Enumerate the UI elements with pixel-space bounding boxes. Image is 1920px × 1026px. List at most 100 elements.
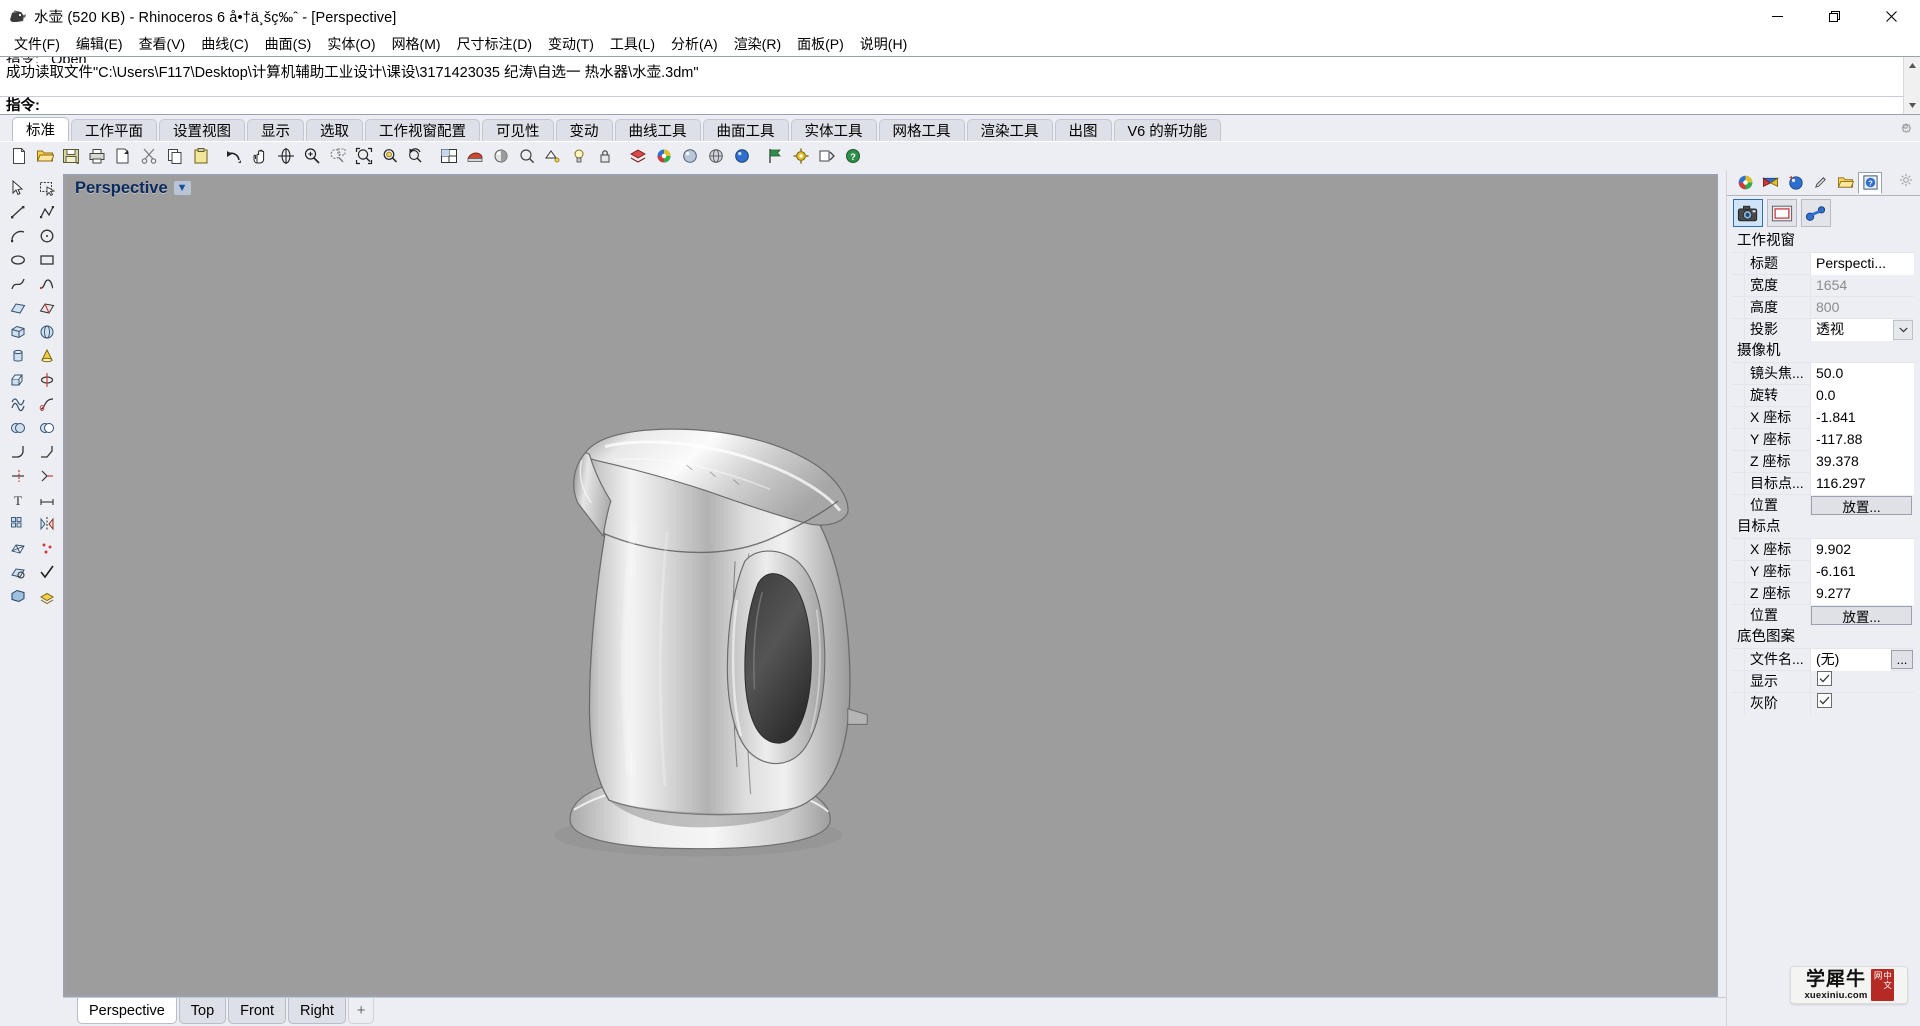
tab-render-tools[interactable]: 渲染工具: [966, 119, 1053, 141]
menu-analyze[interactable]: 分析(A): [663, 33, 726, 56]
property-value-wallpaper-file[interactable]: (无): [1811, 648, 1891, 671]
sweep-icon[interactable]: [32, 392, 61, 416]
tab-viewport-layout[interactable]: 工作视窗配置: [365, 119, 480, 141]
property-value-lens-length[interactable]: 50.0: [1811, 362, 1914, 385]
tab-cplane[interactable]: 工作平面: [71, 119, 157, 141]
panel-tab-display[interactable]: [1758, 172, 1782, 194]
viewport-title-label[interactable]: Perspective: [75, 179, 168, 198]
property-value-target-z[interactable]: 9.277: [1811, 582, 1914, 605]
property-row-projection[interactable]: 投影 透视: [1731, 318, 1914, 341]
select-window-icon[interactable]: [32, 176, 61, 200]
save-icon[interactable]: [58, 144, 84, 169]
surface-icon[interactable]: [3, 296, 32, 320]
chevron-down-icon[interactable]: [1893, 319, 1913, 340]
add-viewport-button[interactable]: +: [347, 998, 375, 1024]
light-icon[interactable]: [566, 144, 592, 169]
property-value-rotation[interactable]: 0.0: [1811, 384, 1914, 407]
property-row-target-x[interactable]: X 座标 9.902: [1731, 538, 1914, 561]
tab-solid-tools[interactable]: 实体工具: [790, 119, 877, 141]
tab-drafting[interactable]: 出图: [1054, 119, 1112, 141]
select-arrow-icon[interactable]: [3, 176, 32, 200]
loft-icon[interactable]: [3, 392, 32, 416]
property-row-wallpaper-gray[interactable]: 灰阶: [1731, 692, 1914, 715]
trim-icon[interactable]: [3, 464, 32, 488]
rotate-view-icon[interactable]: [273, 144, 299, 169]
pan-icon[interactable]: [247, 144, 273, 169]
menu-mesh[interactable]: 网格(M): [384, 33, 449, 56]
panel-tab-render[interactable]: [1783, 172, 1807, 194]
zoom-selected-icon[interactable]: [377, 144, 403, 169]
property-row-title[interactable]: 标题 Perspecti...: [1731, 252, 1914, 275]
viewport-tab-front[interactable]: Front: [228, 998, 286, 1024]
command-scrollbar[interactable]: [1903, 57, 1920, 114]
property-value-camera-z[interactable]: 39.378: [1811, 450, 1914, 473]
property-row-camera-placement[interactable]: 位置 放置...: [1731, 494, 1914, 517]
property-row-wallpaper-file[interactable]: 文件名... (无) ...: [1731, 648, 1914, 671]
line-icon[interactable]: [3, 200, 32, 224]
layer-icon[interactable]: [625, 144, 651, 169]
menu-edit[interactable]: 编辑(E): [68, 33, 131, 56]
chamfer-icon[interactable]: [32, 440, 61, 464]
gear-tools-icon[interactable]: [788, 144, 814, 169]
tab-standard[interactable]: 标准: [12, 117, 69, 141]
environment-icon[interactable]: [703, 144, 729, 169]
menu-render[interactable]: 渲染(R): [726, 33, 789, 56]
property-row-target-distance[interactable]: 目标点... 116.297: [1731, 472, 1914, 495]
property-row-camera-z[interactable]: Z 座标 39.378: [1731, 450, 1914, 473]
mesh-icon[interactable]: [3, 536, 32, 560]
menu-help[interactable]: 说明(H): [852, 33, 915, 56]
cone-icon[interactable]: [32, 344, 61, 368]
property-row-target-placement[interactable]: 位置 放置...: [1731, 604, 1914, 627]
four-view-icon[interactable]: [436, 144, 462, 169]
grid-snap-icon[interactable]: [540, 144, 566, 169]
subtab-link[interactable]: [1801, 199, 1831, 227]
macro-icon[interactable]: [814, 144, 840, 169]
block-icon[interactable]: [3, 584, 32, 608]
chevron-down-icon[interactable]: ▼: [173, 181, 191, 195]
curve-icon[interactable]: [3, 272, 32, 296]
panel-tab-help[interactable]: ?: [1858, 171, 1882, 194]
rectangle-icon[interactable]: [32, 248, 61, 272]
paste-icon[interactable]: [188, 144, 214, 169]
property-value-projection[interactable]: 透视: [1811, 318, 1893, 341]
tab-whats-new-v6[interactable]: V6 的新功能: [1113, 119, 1222, 141]
property-value-target-x[interactable]: 9.902: [1811, 538, 1914, 561]
box-icon[interactable]: [3, 320, 32, 344]
polyline-icon[interactable]: [32, 200, 61, 224]
flag-icon[interactable]: [762, 144, 788, 169]
property-row-wallpaper-show[interactable]: 显示: [1731, 670, 1914, 693]
command-prompt[interactable]: 指令:: [0, 97, 1903, 114]
menu-surface[interactable]: 曲面(S): [257, 33, 320, 56]
panel-tab-material[interactable]: [1808, 172, 1832, 194]
property-value-camera-y[interactable]: -117.88: [1811, 428, 1914, 451]
property-row-target-z[interactable]: Z 座标 9.277: [1731, 582, 1914, 605]
menu-file[interactable]: 文件(F): [6, 33, 68, 56]
menu-view[interactable]: 查看(V): [131, 33, 194, 56]
command-history[interactable]: 指令: _Open 成功读取文件"C:\Users\F117\Desktop\计…: [0, 57, 1903, 114]
cylinder-icon[interactable]: [3, 344, 32, 368]
dimension-icon[interactable]: [32, 488, 61, 512]
layer-state-icon[interactable]: [32, 584, 61, 608]
menu-tools[interactable]: 工具(L): [602, 33, 663, 56]
array-icon[interactable]: [3, 512, 32, 536]
copy-to-clipboard-icon[interactable]: [110, 144, 136, 169]
menu-panels[interactable]: 面板(P): [789, 33, 852, 56]
material-icon[interactable]: [677, 144, 703, 169]
viewport-tab-right[interactable]: Right: [288, 998, 346, 1024]
zoom-extents-icon[interactable]: [351, 144, 377, 169]
lock-icon[interactable]: [592, 144, 618, 169]
scroll-up-icon[interactable]: [1904, 57, 1920, 74]
sun-icon[interactable]: [729, 144, 755, 169]
zoom-window-icon[interactable]: [325, 144, 351, 169]
split-icon[interactable]: [32, 464, 61, 488]
panel-tab-files[interactable]: [1833, 172, 1857, 194]
menu-solid[interactable]: 实体(O): [319, 33, 383, 56]
perspective-viewport[interactable]: Perspective ▼: [63, 174, 1718, 997]
panel-settings-gear-icon[interactable]: [1899, 173, 1913, 192]
menu-transform[interactable]: 变动(T): [540, 33, 602, 56]
render-preview-icon[interactable]: [488, 144, 514, 169]
scrollbar-track[interactable]: [1904, 74, 1920, 97]
tab-mesh-tools[interactable]: 网格工具: [878, 119, 965, 141]
render-icon[interactable]: [462, 144, 488, 169]
extrude-icon[interactable]: [3, 368, 32, 392]
